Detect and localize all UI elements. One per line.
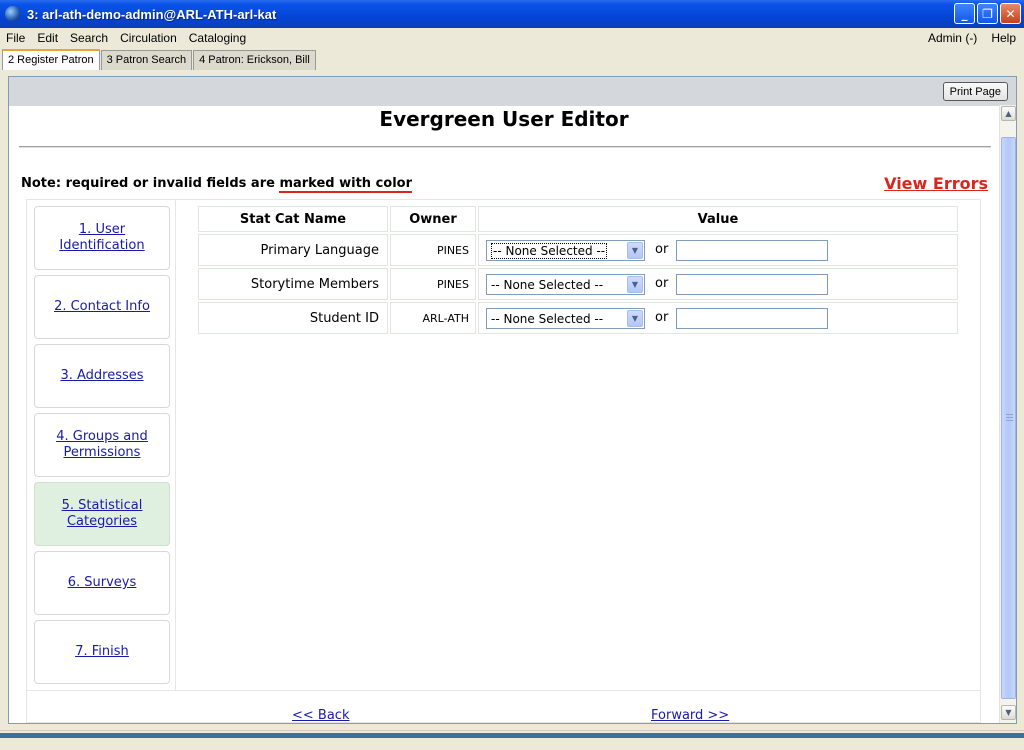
scroll-down-arrow-icon[interactable]: ▼: [1001, 705, 1016, 720]
steps-sidebar: 1. User Identification 2. Contact Info 3…: [27, 200, 176, 690]
required-note: Note: required or invalid fields are mar…: [21, 176, 413, 193]
storytime-members-input[interactable]: [676, 274, 828, 295]
window-controls: _ ❐ ✕: [954, 3, 1021, 24]
step-surveys[interactable]: 6. Surveys: [34, 551, 170, 615]
menu-help[interactable]: Help: [991, 31, 1016, 45]
menu-bar: File Edit Search Circulation Cataloging …: [0, 28, 1024, 48]
grip-line: [1006, 417, 1013, 418]
row-name-storytime-members: Storytime Members: [198, 268, 388, 300]
view-errors-link[interactable]: View Errors: [884, 174, 988, 193]
select-value: -- None Selected --: [491, 277, 604, 292]
student-id-input[interactable]: [676, 308, 828, 329]
back-link[interactable]: << Back: [292, 708, 349, 723]
step-user-identification[interactable]: 1. User Identification: [34, 206, 170, 270]
print-page-button[interactable]: Print Page: [942, 82, 1008, 101]
step-statistical-categories[interactable]: 5. Statistical Categories: [34, 482, 170, 546]
storytime-members-select[interactable]: -- None Selected -- ▼: [486, 274, 645, 295]
row-value-cell: -- None Selected -- ▼ or: [478, 234, 958, 266]
row-value-cell: -- None Selected -- ▼ or: [478, 302, 958, 334]
grip-line: [1006, 414, 1013, 415]
row-value-cell: -- None Selected -- ▼ or: [478, 268, 958, 300]
row-owner: PINES: [390, 234, 476, 266]
step-finish[interactable]: 7. Finish: [34, 620, 170, 684]
nav-divider: [27, 690, 980, 691]
tab-patron-erickson[interactable]: 4 Patron: Erickson, Bill: [193, 50, 316, 70]
step-contact-info[interactable]: 2. Contact Info: [34, 275, 170, 339]
scroll-thumb[interactable]: [1001, 137, 1016, 699]
row-name-student-id: Student ID: [198, 302, 388, 334]
select-value: -- None Selected --: [491, 311, 604, 326]
step-groups-permissions[interactable]: 4. Groups and Permissions: [34, 413, 170, 477]
tab-register-patron[interactable]: 2 Register Patron: [2, 49, 100, 70]
header-stat-cat-name: Stat Cat Name: [198, 206, 388, 232]
app-globe-icon: [5, 6, 21, 22]
tab-strip: 2 Register Patron 3 Patron Search 4 Patr…: [0, 49, 1024, 70]
vertical-scrollbar[interactable]: ▲ ▼: [999, 105, 1016, 723]
toolbar-strip: Print Page: [9, 77, 1016, 106]
minimize-button[interactable]: _: [954, 3, 975, 24]
chevron-down-icon[interactable]: ▼: [627, 276, 643, 293]
menu-search[interactable]: Search: [64, 31, 114, 45]
row-name-primary-language: Primary Language: [198, 234, 388, 266]
step-addresses[interactable]: 3. Addresses: [34, 344, 170, 408]
scroll-up-arrow-icon[interactable]: ▲: [1001, 106, 1016, 121]
menu-cataloging[interactable]: Cataloging: [183, 31, 252, 45]
header-owner: Owner: [390, 206, 476, 232]
content-frame: Print Page Evergreen User Editor Note: r…: [8, 76, 1017, 724]
menu-circulation[interactable]: Circulation: [114, 31, 183, 45]
note-prefix: Note: required or invalid fields are: [21, 176, 280, 191]
menu-edit[interactable]: Edit: [31, 31, 64, 45]
menu-admin[interactable]: Admin (-): [928, 31, 977, 45]
or-label: or: [655, 242, 669, 257]
close-button[interactable]: ✕: [1000, 3, 1021, 24]
or-label: or: [655, 310, 669, 325]
select-value: -- None Selected --: [491, 242, 608, 259]
window-titlebar[interactable]: 3: arl-ath-demo-admin@ARL-ATH-arl-kat _ …: [0, 0, 1024, 28]
chevron-down-icon[interactable]: ▼: [627, 242, 643, 259]
title-divider: [19, 146, 991, 148]
grip-line: [1006, 420, 1013, 421]
note-marked: marked with color: [279, 176, 413, 193]
row-owner: PINES: [390, 268, 476, 300]
student-id-select[interactable]: -- None Selected -- ▼: [486, 308, 645, 329]
page-title: Evergreen User Editor: [379, 107, 629, 131]
or-label: or: [655, 276, 669, 291]
restore-button[interactable]: ❐: [977, 3, 998, 24]
primary-language-select[interactable]: -- None Selected -- ▼: [486, 240, 645, 261]
chevron-down-icon[interactable]: ▼: [627, 310, 643, 327]
window-title: 3: arl-ath-demo-admin@ARL-ATH-arl-kat: [27, 6, 277, 22]
editor-panel: 1. User Identification 2. Contact Info 3…: [26, 199, 981, 723]
header-value: Value: [478, 206, 958, 232]
taskbar-edge: [0, 733, 1024, 738]
primary-language-input[interactable]: [676, 240, 828, 261]
menu-file[interactable]: File: [0, 31, 31, 45]
tab-patron-search[interactable]: 3 Patron Search: [100, 50, 193, 70]
row-owner: ARL-ATH: [390, 302, 476, 334]
forward-link[interactable]: Forward >>: [651, 708, 729, 723]
